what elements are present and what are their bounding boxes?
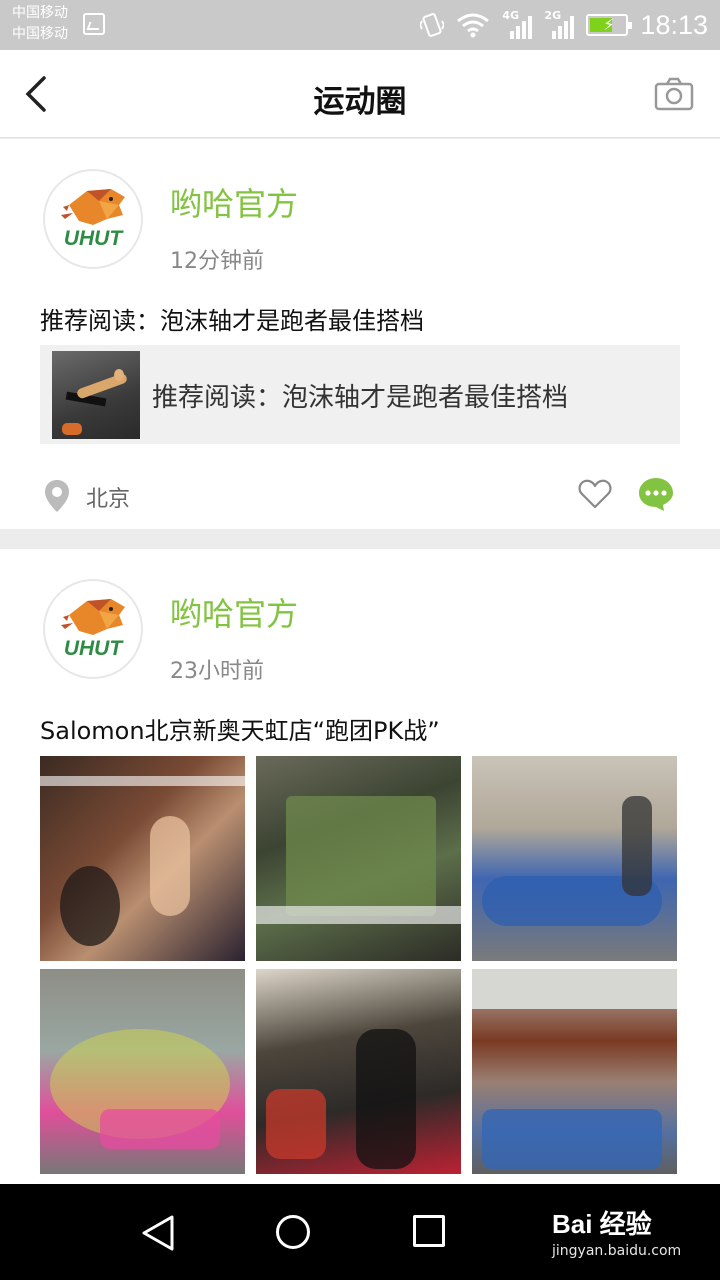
post-photo[interactable] (256, 756, 461, 961)
status-bar: 中国移动 中国移动 4G 2G ⚡ 18:13 (0, 0, 720, 50)
watermark: Bai 经验 jingyan.baidu.com (552, 1204, 681, 1259)
signal-2g-icon: 2G (544, 9, 575, 39)
post-photo[interactable] (40, 756, 245, 961)
post-time: 12分钟前 (170, 249, 264, 274)
like-heart-icon[interactable] (578, 478, 612, 510)
camera-icon[interactable] (654, 76, 694, 112)
avatar-brand-text: UHUT (63, 637, 123, 660)
post-photo[interactable] (472, 969, 677, 1174)
nav-recent-apps-icon[interactable] (413, 1215, 445, 1247)
post-photo[interactable] (256, 969, 461, 1174)
nav-home-icon[interactable] (275, 1214, 311, 1250)
carrier-2: 中国移动 (12, 26, 68, 42)
page-title: 运动圈 (313, 84, 407, 120)
carrier-1: 中国移动 (12, 5, 68, 21)
location-text: 北京 (86, 487, 131, 512)
author-name[interactable]: 哟哈官方 (170, 589, 298, 635)
shared-link-card[interactable]: 推荐阅读：泡沫轴才是跑者最佳搭档 (40, 345, 680, 444)
post-photo[interactable] (472, 756, 677, 961)
link-title: 推荐阅读：泡沫轴才是跑者最佳搭档 (152, 383, 569, 413)
post-photo[interactable] (40, 969, 245, 1174)
nav-back-icon[interactable] (140, 1214, 176, 1252)
avatar[interactable]: UHUT (43, 579, 143, 679)
battery-icon: ⚡ (586, 14, 633, 36)
avatar[interactable]: UHUT (43, 169, 143, 269)
post-card[interactable]: UHUT 哟哈官方 23小时前 Salomon北京新奥天虹店“跑团PK战” (0, 549, 720, 1189)
status-right: 4G 2G ⚡ 18:13 (420, 0, 708, 50)
avatar-brand-text: UHUT (63, 227, 123, 250)
post-text: Salomon北京新奥天虹店“跑团PK战” (40, 717, 440, 745)
post-text: 推荐阅读：泡沫轴才是跑者最佳搭档 (40, 307, 424, 335)
vibrate-icon (420, 13, 445, 37)
watermark-main: Bai 经验 (552, 1209, 652, 1239)
post-time: 23小时前 (170, 659, 264, 684)
watermark-sub: jingyan.baidu.com (552, 1243, 682, 1259)
cheetah-logo-icon (61, 599, 125, 635)
cheetah-logo-icon (61, 189, 125, 225)
image-notification-icon (83, 13, 105, 35)
author-name[interactable]: 哟哈官方 (170, 179, 298, 225)
photo-grid (40, 756, 678, 1174)
wifi-icon (457, 13, 490, 38)
clock: 18:13 (640, 9, 708, 40)
signal-4g-icon: 4G (502, 9, 533, 39)
post-card[interactable]: UHUT 哟哈官方 12分钟前 推荐阅读：泡沫轴才是跑者最佳搭档 推荐阅读：泡沫… (0, 139, 720, 529)
location-pin-icon (45, 480, 69, 512)
system-nav-bar: Bai 经验 jingyan.baidu.com (0, 1184, 720, 1280)
carrier-info: 中国移动 中国移动 (12, 3, 68, 45)
comment-bubble-icon[interactable] (638, 476, 674, 512)
link-thumbnail (52, 351, 140, 439)
app-header: 运动圈 (0, 50, 720, 138)
